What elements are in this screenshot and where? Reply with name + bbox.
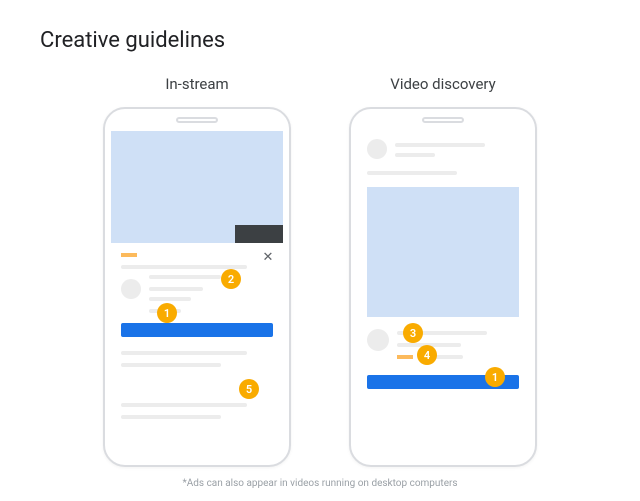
avatar-placeholder	[367, 139, 387, 159]
text-line	[149, 297, 191, 301]
text-line	[395, 143, 485, 147]
text-line	[121, 403, 247, 407]
phones-row: In-stream ✕	[40, 75, 600, 467]
badge-5: 5	[239, 379, 259, 399]
badge-1: 1	[157, 303, 177, 323]
text-line	[121, 363, 221, 367]
close-icon[interactable]: ✕	[261, 251, 275, 265]
phone-instream: ✕ 2 1 5	[103, 107, 291, 467]
text-line	[395, 153, 435, 157]
phone-discovery: 3 4 1	[349, 107, 537, 467]
column-instream: In-stream ✕	[103, 75, 291, 467]
text-line	[121, 415, 221, 419]
column-label-discovery: Video discovery	[390, 75, 495, 93]
badge-1: 1	[485, 367, 505, 387]
avatar-placeholder	[121, 279, 141, 299]
page-title: Creative guidelines	[40, 28, 600, 53]
text-line	[367, 171, 457, 175]
phone-screen-instream: ✕ 2 1 5	[111, 131, 283, 459]
badge-2: 2	[221, 269, 241, 289]
text-line	[149, 287, 203, 291]
ad-tag	[121, 253, 137, 257]
phone-screen-discovery: 3 4 1	[357, 131, 529, 459]
column-label-instream: In-stream	[165, 75, 228, 93]
text-line	[149, 275, 221, 279]
footnote: *Ads can also appear in videos running o…	[0, 478, 640, 489]
phone-speaker	[422, 117, 464, 123]
cta-button[interactable]	[121, 323, 273, 337]
avatar-placeholder	[367, 329, 389, 351]
column-discovery: Video discovery 3 4	[349, 75, 537, 467]
video-overlay-bar	[235, 225, 283, 243]
thumbnail-placeholder	[367, 187, 519, 317]
phone-speaker	[176, 117, 218, 123]
ad-tag	[397, 355, 413, 359]
badge-3: 3	[403, 323, 423, 343]
badge-4: 4	[417, 345, 437, 365]
text-line	[121, 351, 247, 355]
